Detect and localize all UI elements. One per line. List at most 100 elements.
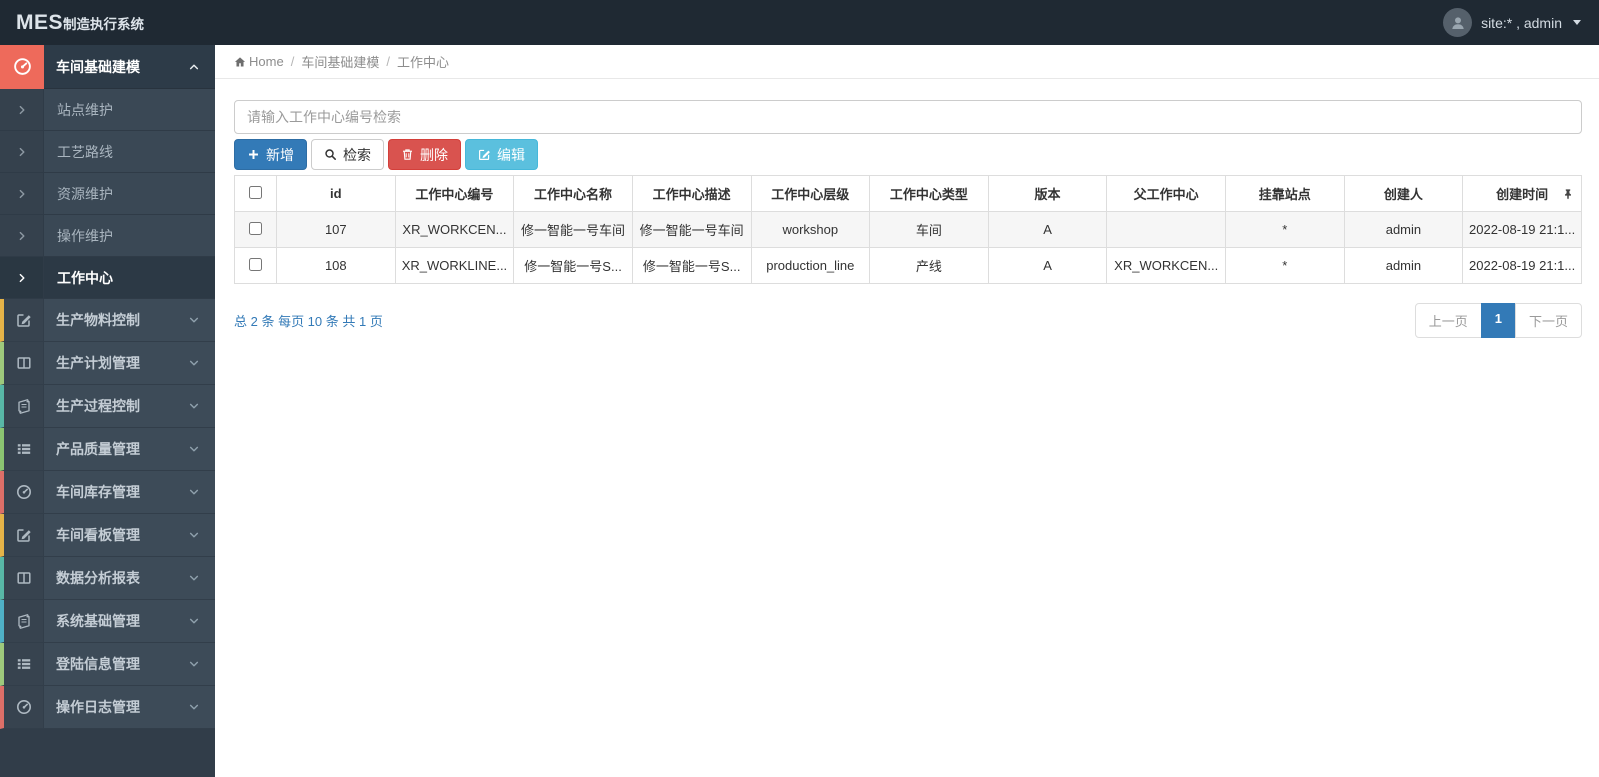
columns-icon (4, 342, 44, 384)
select-all-checkbox[interactable] (249, 185, 262, 199)
cell-type: 产线 (869, 247, 989, 284)
column-header-level[interactable]: 工作中心层级 (750, 175, 871, 212)
prev-page-button[interactable]: 上一页 (1414, 303, 1482, 338)
sidebar-item-inventory-management[interactable]: 车间库存管理 (0, 471, 215, 514)
delete-button[interactable]: 删除 (388, 139, 461, 170)
column-header-type[interactable]: 工作中心类型 (869, 175, 989, 212)
chevron-down-icon (188, 385, 215, 427)
column-header-parent[interactable]: 父工作中心 (1106, 175, 1226, 212)
logo-mes-text: MES (16, 10, 64, 34)
column-header-name[interactable]: 工作中心名称 (513, 175, 633, 212)
caret-down-icon (1573, 20, 1581, 25)
delete-button-label: 删除 (420, 146, 448, 163)
sidebar-item-material-control[interactable]: 生产物料控制 (0, 299, 215, 342)
sidebar-subitem-station-maintenance[interactable]: 站点维护 (0, 89, 215, 131)
edit-icon (478, 148, 491, 161)
book-icon (4, 385, 44, 427)
search-input[interactable] (234, 100, 1582, 134)
subitem-label: 站点维护 (57, 101, 113, 118)
home-icon (234, 56, 246, 68)
add-button[interactable]: 新增 (234, 139, 307, 170)
sidebar-item-kanban-management[interactable]: 车间看板管理 (0, 514, 215, 557)
next-page-button[interactable]: 下一页 (1514, 303, 1582, 338)
add-button-label: 新增 (266, 146, 294, 163)
mes-app: MES 制造执行系统 site:* , admin 车间基础建模 站点维护 工艺路… (0, 0, 1599, 777)
chevron-down-icon (188, 600, 215, 642)
page-1-button[interactable]: 1 (1480, 303, 1516, 338)
column-header-station[interactable]: 挂靠站点 (1225, 175, 1345, 212)
breadcrumb-separator: / (290, 54, 295, 69)
pager: 上一页 1 下一页 (1414, 303, 1582, 338)
sidebar-item-data-report[interactable]: 数据分析报表 (0, 557, 215, 600)
user-label: site:* , admin (1481, 14, 1562, 31)
sidebar-item-label: 生产物料控制 (56, 312, 140, 328)
cell-station: * (1225, 247, 1345, 284)
gauge-icon (4, 686, 44, 728)
sidebar-item-label: 车间看板管理 (56, 527, 140, 543)
cell-station: * (1225, 211, 1345, 248)
breadcrumb-level1[interactable]: 车间基础建模 (301, 52, 379, 71)
sidebar-item-quality-management[interactable]: 产品质量管理 (0, 428, 215, 471)
sidebar-item-label: 车间基础建模 (56, 58, 140, 75)
list-icon (4, 428, 44, 470)
sidebar-subitem-work-center[interactable]: 工作中心 (0, 257, 215, 299)
sidebar-item-workshop-modeling[interactable]: 车间基础建模 (0, 44, 215, 89)
row-select-cell (234, 211, 277, 248)
column-header-created[interactable]: 创建时间 (1462, 175, 1582, 212)
sidebar-item-plan-management[interactable]: 生产计划管理 (0, 342, 215, 385)
pin-icon[interactable] (1562, 188, 1574, 200)
column-header-creator[interactable]: 创建人 (1343, 175, 1464, 212)
sidebar-item-label: 登陆信息管理 (56, 656, 140, 672)
sidebar-item-process-control[interactable]: 生产过程控制 (0, 385, 215, 428)
sidebar-item-operation-log[interactable]: 操作日志管理 (0, 686, 215, 729)
breadcrumb: Home / 车间基础建模 / 工作中心 (215, 45, 1599, 79)
cell-level: production_line (750, 247, 871, 284)
column-header-code[interactable]: 工作中心编号 (394, 175, 515, 212)
cell-creator: admin (1343, 247, 1464, 284)
table-row[interactable]: 107 XR_WORKCEN... 修一智能一号车间 修一智能一号车间 work… (234, 211, 1582, 248)
cell-name: 修一智能一号S... (513, 247, 633, 284)
cell-id: 108 (276, 247, 396, 284)
toolbar: 新增 检索 删除 编辑 (234, 139, 1582, 170)
column-header-id[interactable]: id (276, 175, 396, 212)
sidebar-item-system-management[interactable]: 系统基础管理 (0, 600, 215, 643)
chevron-down-icon (188, 471, 215, 513)
row-checkbox[interactable] (249, 221, 262, 235)
cell-id: 107 (276, 211, 396, 248)
trash-icon (401, 148, 414, 161)
column-header-version[interactable]: 版本 (987, 175, 1108, 212)
breadcrumb-home-link[interactable]: Home (234, 54, 284, 69)
sidebar-item-login-info[interactable]: 登陆信息管理 (0, 643, 215, 686)
pagination-bar: 总 2 条 每页 10 条 共 1 页 上一页 1 下一页 (234, 303, 1582, 338)
top-navbar: MES 制造执行系统 site:* , admin (0, 0, 1599, 45)
subitem-label: 操作维护 (57, 227, 113, 244)
subitem-label: 资源维护 (57, 185, 113, 202)
sidebar-item-label: 产品质量管理 (56, 441, 140, 457)
user-menu[interactable]: site:* , admin (1443, 8, 1581, 37)
table-row[interactable]: 108 XR_WORKLINE... 修一智能一号S... 修一智能一号S...… (234, 247, 1582, 284)
sidebar-subitem-operation-maintenance[interactable]: 操作维护 (0, 215, 215, 257)
search-icon (324, 148, 337, 161)
sidebar-subitem-resource-maintenance[interactable]: 资源维护 (0, 173, 215, 215)
row-checkbox[interactable] (249, 257, 262, 271)
edit-square-icon (4, 514, 44, 556)
chevron-right-icon (0, 131, 44, 172)
cell-creator: admin (1343, 211, 1464, 248)
chevron-down-icon (188, 514, 215, 556)
cell-version: A (987, 211, 1108, 248)
cell-code: XR_WORKLINE... (394, 247, 515, 284)
chevron-down-icon (188, 557, 215, 599)
column-header-created-label: 创建时间 (1496, 187, 1549, 202)
column-header-desc[interactable]: 工作中心描述 (631, 175, 752, 212)
sidebar-item-label: 系统基础管理 (56, 613, 140, 629)
edit-button[interactable]: 编辑 (465, 139, 538, 170)
chevron-down-icon (188, 428, 215, 470)
sidebar-item-label: 操作日志管理 (56, 699, 140, 715)
cell-parent (1106, 211, 1226, 248)
sidebar-subitem-process-route[interactable]: 工艺路线 (0, 131, 215, 173)
search-button-label: 检索 (343, 146, 371, 163)
chevron-right-icon (0, 257, 44, 298)
sidebar-filler (0, 729, 215, 777)
gauge-icon (0, 44, 44, 89)
search-button[interactable]: 检索 (311, 139, 384, 170)
